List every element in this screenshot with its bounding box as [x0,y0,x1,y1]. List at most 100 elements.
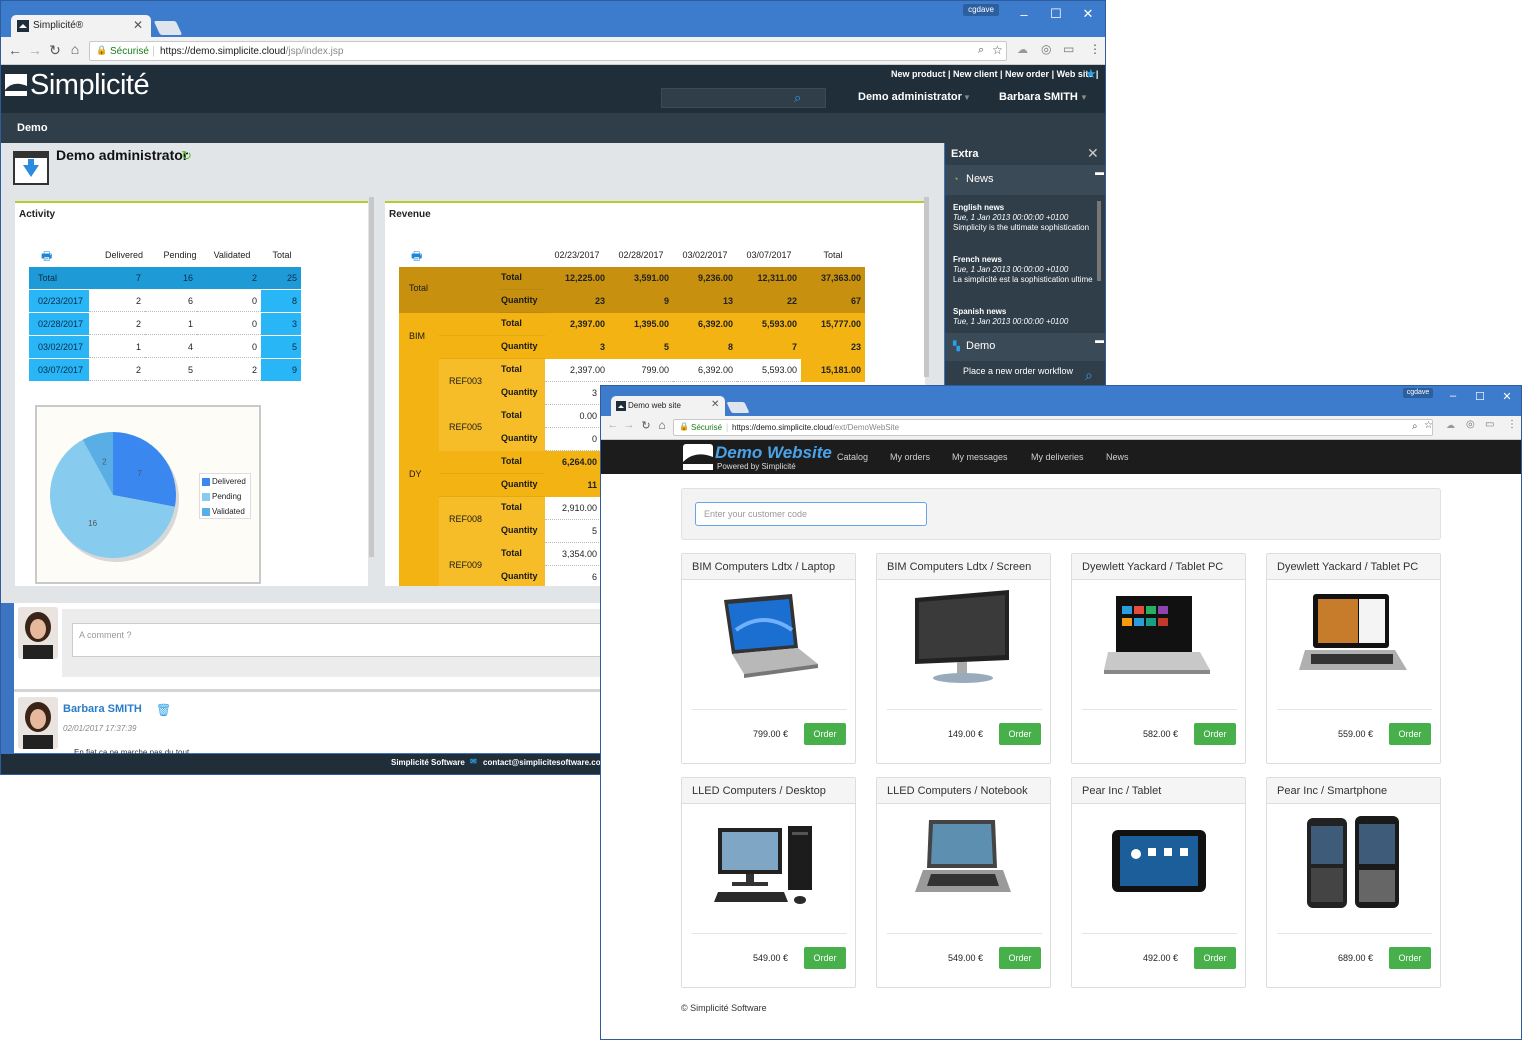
new-tab-button[interactable] [153,21,183,35]
order-button[interactable]: Order [999,947,1041,969]
site-logo-title[interactable]: Demo Website [715,443,832,463]
maximize-icon[interactable]: ☐ [1046,6,1066,22]
extension-3-icon[interactable]: ▭ [1063,42,1074,56]
extension-2-icon[interactable]: ◎ [1041,42,1051,56]
profile-chip[interactable]: cgdave [1403,388,1433,398]
reload-icon[interactable]: ↻ [47,42,63,59]
workflow-link[interactable]: Place a new order workflow [963,366,1073,376]
search-icon[interactable]: ⌕ [794,90,801,106]
product-desktop-image[interactable] [714,814,824,910]
product-title[interactable]: Pear Inc / Smartphone [1267,778,1440,804]
minimize-icon[interactable]: – [1443,390,1463,402]
product-card[interactable]: LLED Computers / Desktop 549.00 € Order [681,777,856,988]
scrollbar[interactable] [924,197,929,377]
zoom-icon[interactable]: ⌕ [978,44,984,57]
product-screen-image[interactable] [909,590,1019,686]
footer-email[interactable]: contact@simplicitesoftware.com [483,758,608,767]
collapse-icon[interactable]: ▬ [1095,335,1104,345]
zoom-icon[interactable]: ⌕ [1412,421,1418,432]
nav-news[interactable]: News [1106,452,1129,462]
extension-icon[interactable]: ☁ [1017,43,1028,56]
bookmark-star-icon[interactable]: ☆ [992,43,1003,57]
product-card[interactable]: Dyewlett Yackard / Tablet PC 559.00 € Orde… [1266,553,1441,764]
nav-my-messages[interactable]: My messages [952,452,1008,462]
comment-input[interactable]: A comment ? [72,623,602,657]
reload-icon[interactable]: ↻ [638,419,654,432]
close-icon[interactable]: ✕ [1087,145,1099,162]
collapse-icon[interactable]: ▬ [1095,167,1104,177]
product-title[interactable]: LLED Computers / Desktop [682,778,855,804]
close-tab-icon[interactable]: ✕ [711,399,719,410]
forward-icon[interactable]: → [27,42,43,58]
new-tab-button[interactable] [726,402,750,413]
back-icon[interactable]: ← [605,419,621,431]
close-window-icon[interactable]: ✕ [1078,6,1098,22]
chevron-down-icon[interactable]: ▼ [963,93,971,102]
chevron-down-icon[interactable]: ▼ [1080,93,1088,102]
order-button[interactable]: Order [1389,947,1431,969]
product-title[interactable]: Dyewlett Yackard / Tablet PC [1072,554,1245,580]
product-tabletpc-image[interactable] [1104,590,1214,686]
print-icon[interactable]: 🖶 [41,247,52,268]
pie-slice-delivered[interactable] [113,432,176,507]
order-button[interactable]: Order [1194,723,1236,745]
forward-icon[interactable]: → [621,419,637,431]
order-button[interactable]: Order [1389,723,1431,745]
browser-tab-demo-web-site[interactable]: Demo web site ✕ [611,396,725,416]
home-icon[interactable]: ⌂ [654,418,670,432]
product-title[interactable]: BIM Computers Ldtx / Laptop [682,554,855,580]
order-button[interactable]: Order [804,723,846,745]
product-phone-image[interactable] [1299,814,1409,910]
legend-item[interactable]: Delivered [202,476,246,488]
product-card[interactable]: Dyewlett Yackard / Tablet PC 582.00 € Orde… [1071,553,1246,764]
order-button[interactable]: Order [999,723,1041,745]
product-title[interactable]: BIM Computers Ldtx / Screen [877,554,1050,580]
product-card[interactable]: Pear Inc / Smartphone 689.00 € Order [1266,777,1441,988]
extension-2-icon[interactable]: ◎ [1466,419,1475,430]
extension-3-icon[interactable]: ▭ [1485,419,1494,430]
demo-header[interactable]: ▚ Demo ▬ [945,333,1105,361]
legend-item[interactable]: Pending [202,491,241,503]
bookmark-star-icon[interactable]: ☆ [1424,420,1433,431]
back-icon[interactable]: ← [7,42,23,58]
quick-links[interactable]: New product | New client | New order | W… [891,69,1098,79]
product-title[interactable]: LLED Computers / Notebook [877,778,1050,804]
print-icon[interactable]: 🖶 [411,247,422,268]
scrollbar[interactable] [369,197,374,557]
product-card[interactable]: BIM Computers Ldtx / Laptop 799.00 € Order [681,553,856,764]
nav-my-deliveries[interactable]: My deliveries [1031,452,1084,462]
url-field[interactable]: 🔒 Sécurisé | https://demo.simplicite.clo… [89,41,1007,61]
close-window-icon[interactable]: ✕ [1497,390,1517,403]
profile-chip[interactable]: cgdave [963,4,999,16]
browser-tab-simplicite[interactable]: Simplicité® ✕ [11,15,151,37]
order-button[interactable]: Order [804,947,846,969]
header-search-input[interactable]: ⌕ [661,88,826,108]
product-notebook-image[interactable] [909,814,1019,910]
product-laptop-image[interactable] [714,590,824,686]
header-user-menu[interactable]: Barbara SMITH [999,91,1078,103]
nav-my-orders[interactable]: My orders [890,452,930,462]
legend-item[interactable]: Validated [202,506,245,518]
search-icon[interactable]: ⌕ [1085,367,1093,384]
home-icon[interactable]: ⌂ [67,41,83,57]
product-card[interactable]: LLED Computers / Notebook 549.00 € Order [876,777,1051,988]
order-button[interactable]: Order [1194,947,1236,969]
post-author[interactable]: Barbara SMITH [63,703,142,715]
refresh-icon[interactable]: ↻ [181,148,192,164]
nav-catalog[interactable]: Catalog [837,452,868,462]
product-card[interactable]: BIM Computers Ldtx / Screen 149.00 € Order [876,553,1051,764]
product-card[interactable]: Pear Inc / Tablet 492.00 € Order [1071,777,1246,988]
browser-menu-icon[interactable]: ⋮ [1089,42,1101,56]
url-field[interactable]: 🔒 Sécurisé | https://demo.simplicite.clo… [673,419,1433,436]
customer-code-input[interactable]: Enter your customer code [695,502,927,526]
favorite-star-icon[interactable]: ★ [1085,66,1097,82]
news-header[interactable]: ◔ News ▬ [945,165,1105,195]
product-tablet-image[interactable] [1104,814,1214,910]
product-title[interactable]: Pear Inc / Tablet [1072,778,1245,804]
product-tabletpc2-image[interactable] [1299,590,1409,686]
close-tab-icon[interactable]: ✕ [133,18,143,32]
minimize-icon[interactable]: – [1014,7,1034,22]
browser-menu-icon[interactable]: ⋮ [1507,419,1517,430]
breadcrumb-item[interactable]: Demo [17,122,48,134]
header-role-menu[interactable]: Demo administrator [858,91,962,103]
